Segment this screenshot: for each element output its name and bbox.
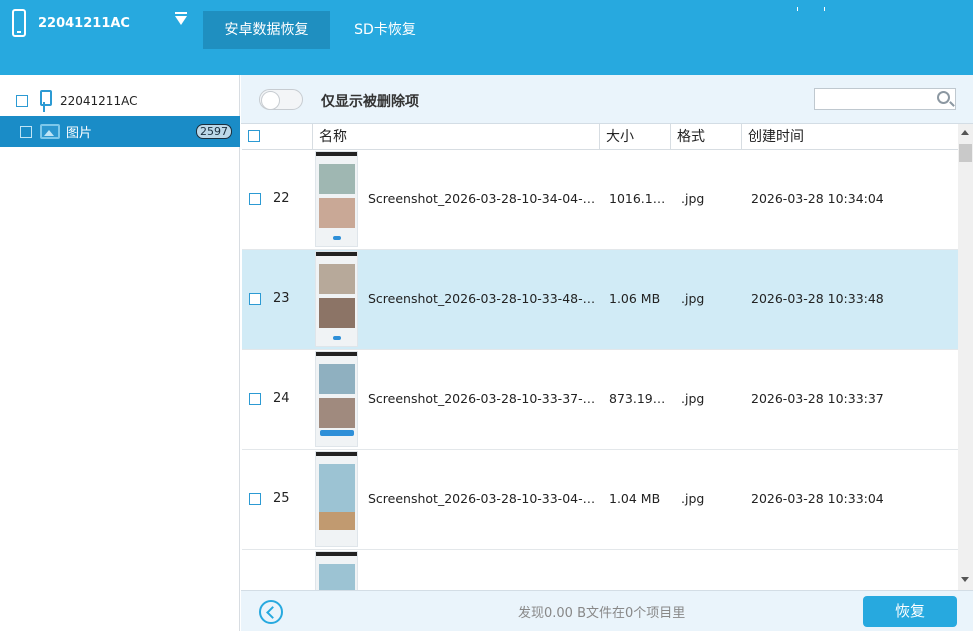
thumbnail-image	[315, 451, 358, 547]
file-format: .jpg	[681, 191, 705, 206]
top-bar: 22041211AC 安卓数据恢复 SD卡恢复	[0, 0, 973, 75]
thumbnail-image	[315, 251, 358, 347]
tab-android-recovery[interactable]: 安卓数据恢复	[203, 11, 330, 49]
table-row[interactable]: 24 Screenshot_2026-03-28-10-33-37-696...…	[242, 350, 958, 450]
file-size: 873.19 KB	[609, 391, 669, 406]
row-number: 25	[273, 491, 290, 506]
row-checkbox[interactable]	[249, 293, 261, 305]
scroll-down-icon[interactable]	[961, 577, 969, 582]
file-name: Screenshot_2026-03-28-10-34-04-153...	[368, 191, 600, 206]
row-checkbox[interactable]	[249, 493, 261, 505]
phone-icon	[12, 9, 26, 37]
filter-bar: 仅显示被删除项	[241, 75, 973, 124]
search-box[interactable]	[814, 88, 956, 110]
row-number: 23	[273, 291, 290, 306]
thumbnail-image	[315, 151, 358, 247]
sidebar-item-pictures[interactable]: 图片 2597	[0, 116, 240, 147]
file-format: .jpg	[681, 491, 705, 506]
device-checkbox[interactable]	[16, 94, 28, 107]
recover-button[interactable]: 恢复	[863, 596, 957, 627]
back-button[interactable]	[259, 600, 283, 624]
row-number: 22	[273, 191, 290, 206]
file-name: Screenshot_2026-03-28-10-33-48-131...	[368, 291, 600, 306]
image-icon	[40, 124, 60, 139]
file-name: Screenshot_2026-03-28-10-33-37-696...	[368, 391, 600, 406]
chevron-down-icon[interactable]	[175, 12, 187, 25]
thumbnail-image	[315, 551, 358, 590]
table-row[interactable]: 25 Screenshot_2026-03-28-10-33-04-461...…	[242, 450, 958, 550]
scrollbar[interactable]	[958, 124, 973, 590]
sidebar-device-label: 22041211AC	[60, 93, 138, 108]
window-controls[interactable]	[797, 0, 857, 11]
tab-sd-recovery[interactable]: SD卡恢复	[340, 11, 430, 49]
file-format: .jpg	[681, 291, 705, 306]
scroll-thumb[interactable]	[959, 144, 972, 162]
sidebar: 22041211AC 图片 2597	[0, 75, 240, 631]
file-format: .jpg	[681, 391, 705, 406]
bottom-bar: 发现0.00 B文件在0个项目里 恢复	[241, 590, 973, 631]
row-checkbox[interactable]	[249, 393, 261, 405]
table-header: 名称 大小 格式 创建时间	[242, 124, 958, 150]
file-created-time: 2026-03-28 10:33:48	[751, 291, 884, 306]
search-icon[interactable]	[937, 91, 950, 104]
usb-icon	[38, 89, 52, 112]
file-created-time: 2026-03-28 10:33:37	[751, 391, 884, 406]
file-table: 名称 大小 格式 创建时间 22 Screenshot_2026-03-28-1…	[242, 124, 958, 590]
thumbnail-image	[315, 351, 358, 447]
header-select-all[interactable]	[242, 124, 312, 150]
column-header-format[interactable]: 格式	[670, 124, 741, 150]
sidebar-pictures-label: 图片	[66, 126, 93, 141]
column-header-created[interactable]: 创建时间	[741, 124, 958, 150]
device-selector[interactable]: 22041211AC	[12, 8, 192, 38]
column-header-size[interactable]: 大小	[599, 124, 670, 150]
scroll-up-icon[interactable]	[961, 130, 969, 135]
table-row[interactable]: 22 Screenshot_2026-03-28-10-34-04-153...…	[242, 150, 958, 250]
file-size: 1.04 MB	[609, 491, 661, 506]
file-name: Screenshot_2026-03-28-10-33-04-461...	[368, 491, 600, 506]
pictures-count-badge: 2597	[196, 124, 232, 139]
row-number: 24	[273, 391, 290, 406]
table-row[interactable]	[242, 550, 958, 590]
file-created-time: 2026-03-28 10:33:04	[751, 491, 884, 506]
status-text: 发现0.00 B文件在0个项目里	[518, 606, 686, 621]
table-row[interactable]: 23 Screenshot_2026-03-28-10-33-48-131...…	[242, 250, 958, 350]
select-all-checkbox[interactable]	[248, 130, 260, 142]
deleted-only-toggle[interactable]	[259, 89, 303, 110]
device-name: 22041211AC	[38, 15, 130, 31]
pictures-checkbox[interactable]	[20, 125, 32, 138]
file-size: 1016.10...	[609, 191, 669, 206]
search-input[interactable]	[815, 89, 930, 109]
deleted-only-label: 仅显示被删除项	[321, 94, 419, 110]
file-created-time: 2026-03-28 10:34:04	[751, 191, 884, 206]
file-size: 1.06 MB	[609, 291, 661, 306]
sidebar-item-device[interactable]: 22041211AC	[0, 85, 240, 116]
row-checkbox[interactable]	[249, 193, 261, 205]
column-header-name[interactable]: 名称	[312, 124, 599, 150]
